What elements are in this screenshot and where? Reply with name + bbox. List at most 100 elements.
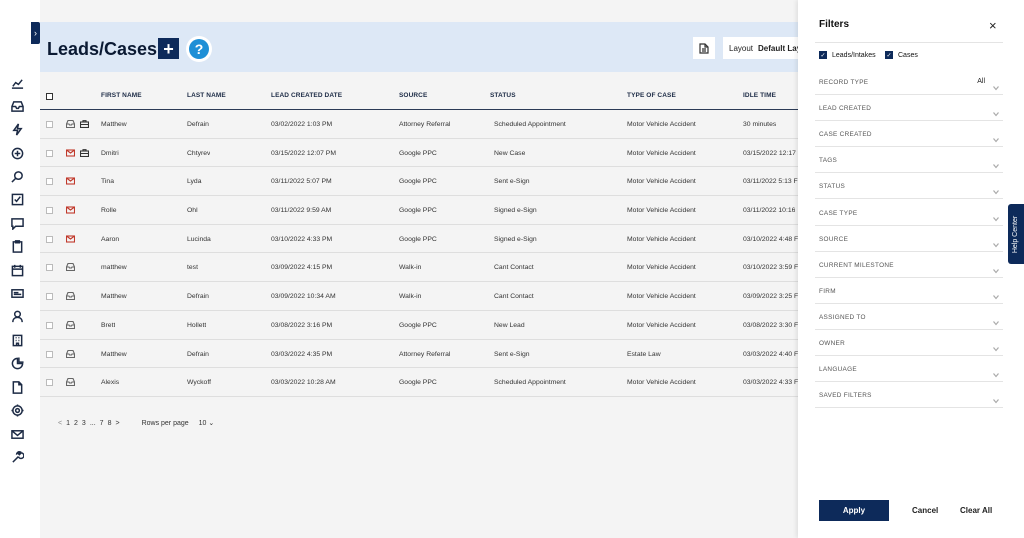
filter-owner[interactable]: OWNER: [815, 330, 1003, 356]
table-body: Matthew Defrain 03/02/2022 1:03 PM Attorney…: [40, 110, 798, 397]
page-8[interactable]: 8: [108, 420, 112, 427]
row-checkbox[interactable]: [46, 350, 53, 358]
filter-label: CASE CREATED: [819, 131, 872, 139]
filter-case-type[interactable]: CASE TYPE: [815, 200, 1003, 226]
leads-intakes-checkbox[interactable]: ✓: [819, 51, 827, 59]
cell-source: Google PPC: [399, 235, 437, 243]
chat-icon[interactable]: [10, 216, 24, 230]
bolt-icon[interactable]: [10, 122, 24, 136]
column-type-of-case[interactable]: TYPE OF CASE: [627, 92, 676, 99]
row-checkbox[interactable]: [46, 264, 53, 272]
row-checkbox[interactable]: [46, 235, 53, 243]
row-checkbox[interactable]: [46, 379, 53, 387]
rows-per-page-select[interactable]: 10 ⌄: [199, 419, 215, 427]
row-checkbox[interactable]: [46, 178, 53, 186]
column-source[interactable]: SOURCE: [399, 92, 427, 99]
page-3[interactable]: 3: [82, 420, 86, 427]
filter-status[interactable]: STATUS: [815, 173, 1003, 200]
table-row[interactable]: Brett Hollett 03/08/2022 3:16 PM Google PPC…: [40, 311, 798, 340]
checkbox-icon[interactable]: [10, 192, 24, 206]
cases-checkbox[interactable]: ✓: [885, 51, 893, 59]
help-button[interactable]: ?: [186, 36, 212, 62]
table-row[interactable]: Alexis Wyckoff 03/03/2022 10:28 AM Google P…: [40, 368, 798, 397]
filter-source[interactable]: SOURCE: [815, 226, 1003, 252]
page-7[interactable]: 7: [100, 420, 104, 427]
row-checkbox[interactable]: [46, 121, 53, 128]
layout-select[interactable]: Layout Default Layout: [723, 37, 801, 59]
cell-status: Signed e-Sign: [494, 235, 537, 243]
nav-rail: ›: [0, 0, 40, 538]
row-checkbox[interactable]: [46, 149, 53, 157]
cancel-button[interactable]: Cancel: [912, 506, 938, 515]
calendar-icon[interactable]: [10, 263, 24, 277]
gear-icon[interactable]: [10, 403, 24, 417]
cell-created: 03/03/2022 4:35 PM: [271, 350, 333, 358]
table-row[interactable]: Tina Lyda 03/11/2022 5:07 PM Google PPC Sent…: [40, 167, 798, 197]
filter-firm[interactable]: FIRM: [815, 278, 1003, 304]
apply-button[interactable]: Apply: [819, 500, 889, 521]
export-button[interactable]: [693, 37, 715, 59]
add-lead-button[interactable]: +: [158, 38, 179, 59]
column-first-name[interactable]: FIRST NAME: [101, 92, 142, 99]
page-2[interactable]: 2: [74, 420, 78, 427]
cell-type: Motor Vehicle Accident: [627, 121, 696, 128]
cell-source: Walk-in: [399, 293, 422, 301]
wrench-icon[interactable]: [10, 450, 24, 464]
filter-tags[interactable]: TAGS: [815, 147, 1003, 174]
filter-label: SOURCE: [819, 235, 849, 243]
inbox-icon[interactable]: [10, 99, 24, 113]
filter-language[interactable]: LANGUAGE: [815, 356, 1003, 383]
inbox-icon: [65, 378, 76, 387]
filter-assigned-to[interactable]: ASSIGNED TO: [815, 304, 1003, 330]
cell-first: Matthew: [101, 121, 127, 128]
column-idle-time[interactable]: IDLE TIME: [743, 92, 776, 99]
filter-record-type[interactable]: RECORD TYPE All: [815, 69, 1003, 95]
page-1[interactable]: 1: [66, 420, 70, 427]
cell-status: New Case: [494, 149, 526, 157]
filter-label: CURRENT MILESTONE: [819, 261, 894, 269]
filter-saved-filters[interactable]: SAVED FILTERS: [815, 382, 1003, 409]
row-checkbox[interactable]: [46, 207, 53, 215]
cell-type: Motor Vehicle Accident: [627, 379, 696, 387]
chevron-down-icon: [993, 339, 999, 352]
search-icon[interactable]: [10, 169, 24, 183]
mail-icon[interactable]: [10, 427, 24, 441]
table-row[interactable]: Matthew Defrain 03/03/2022 4:35 PM Attorney…: [40, 340, 798, 369]
chevron-down-icon: [993, 209, 999, 221]
column-status[interactable]: STATUS: [490, 92, 516, 99]
table-row[interactable]: Matthew Defrain 03/02/2022 1:03 PM Attorney…: [40, 110, 798, 139]
column-last-name[interactable]: LAST NAME: [187, 92, 226, 99]
next-page-button[interactable]: >: [115, 420, 119, 427]
cell-created: 03/09/2022 10:34 AM: [271, 293, 336, 301]
row-checkbox[interactable]: [46, 293, 53, 301]
row-checkbox[interactable]: [46, 321, 53, 329]
table-row[interactable]: Rolle Ohl 03/11/2022 9:59 AM Google PPC Sign…: [40, 196, 798, 225]
help-center-tab[interactable]: Help Center: [1008, 204, 1024, 264]
prev-page-button[interactable]: <: [58, 420, 62, 427]
plus-circle-icon[interactable]: [10, 146, 24, 160]
table-row[interactable]: Matthew Defrain 03/09/2022 10:34 AM Walk-in…: [40, 282, 798, 311]
cell-idle: 03/10/2022 3:59 F: [743, 264, 798, 272]
table-row[interactable]: Dmitri Chtyrev 03/15/2022 12:07 PM Google P…: [40, 139, 798, 168]
building-icon[interactable]: [10, 333, 24, 347]
table-row[interactable]: Aaron Lucinda 03/10/2022 4:33 PM Google PPC…: [40, 225, 798, 254]
clear-all-button[interactable]: Clear All: [960, 506, 992, 515]
chart-icon[interactable]: [10, 76, 24, 90]
filter-label: RECORD TYPE: [819, 79, 869, 86]
table-row[interactable]: matthew test 03/09/2022 4:15 PM Walk-in Cant…: [40, 253, 798, 283]
document-icon[interactable]: [10, 380, 24, 394]
person-icon[interactable]: [10, 309, 24, 323]
filter-label: ASSIGNED TO: [819, 313, 866, 321]
filter-case-created[interactable]: CASE CREATED: [815, 121, 1003, 148]
cell-source: Google PPC: [399, 321, 437, 329]
close-icon[interactable]: ×: [989, 18, 997, 33]
document-icon: [699, 42, 709, 54]
clipboard-icon[interactable]: [10, 239, 24, 253]
filter-current-milestone[interactable]: CURRENT MILESTONE: [815, 252, 1003, 278]
select-all-checkbox[interactable]: [46, 93, 53, 100]
card-icon[interactable]: [10, 286, 24, 300]
pie-chart-icon[interactable]: [10, 356, 24, 370]
column-lead-created-date[interactable]: LEAD CREATED DATE: [271, 92, 342, 99]
expand-nav-button[interactable]: ›: [31, 22, 40, 44]
filter-lead-created[interactable]: LEAD CREATED: [815, 95, 1003, 122]
